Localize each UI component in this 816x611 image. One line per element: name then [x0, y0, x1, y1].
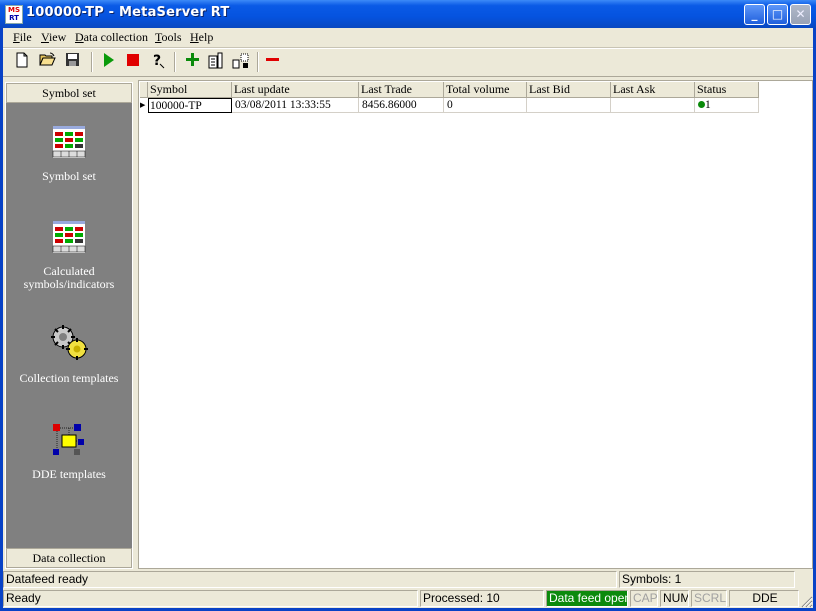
minimize-icon: _	[751, 7, 758, 21]
columns-icon	[232, 53, 249, 69]
processed-count: Processed: 10	[420, 590, 544, 607]
cell-last-trade[interactable]: 8456.86000	[359, 98, 444, 113]
status-value: 1	[705, 99, 711, 111]
add-icon	[185, 53, 199, 66]
column-header-last-ask[interactable]: Last Ask	[611, 82, 695, 98]
remove-icon	[265, 58, 279, 61]
columns-button[interactable]	[231, 52, 251, 72]
sidebar-header-symbol-set[interactable]: Symbol set	[6, 83, 132, 103]
symbols-count: Symbols: 1	[619, 571, 795, 588]
sidebar-item-label: Collection templates	[19, 371, 119, 385]
cell-last-ask[interactable]	[611, 98, 695, 113]
calculated-symbols-icon	[52, 221, 86, 253]
column-header-status[interactable]: Status	[695, 82, 759, 98]
collection-templates-icon	[51, 325, 88, 360]
remove-button[interactable]	[262, 52, 282, 72]
data-feed-indicator: Data feed opened	[546, 590, 628, 607]
status-bar-top: Datafeed ready Symbols: 1	[3, 571, 813, 589]
column-header-last-bid[interactable]: Last Bid	[527, 82, 611, 98]
close-icon: ✕	[795, 7, 806, 21]
help-button[interactable]: ?	[148, 52, 168, 72]
sidebar-item-symbol-set[interactable]: Symbol set	[6, 125, 132, 183]
stop-icon	[127, 54, 139, 66]
resize-grip-icon[interactable]	[799, 594, 813, 608]
sidebar: Symbol set Symbol set Calculated symbols…	[5, 82, 133, 569]
menu-view[interactable]: View	[41, 30, 66, 45]
title-bar[interactable]: MS RT 100000-TP - MetaServer RT _ □ ✕	[0, 0, 816, 28]
app-icon-bottom-text: RT	[9, 14, 19, 22]
window-title: 100000-TP - MetaServer RT	[26, 5, 230, 20]
datafeed-status: Datafeed ready	[3, 571, 617, 588]
properties-button[interactable]	[206, 52, 226, 72]
close-button[interactable]: ✕	[790, 4, 811, 25]
open-folder-icon	[38, 52, 56, 66]
cell-last-bid[interactable]	[527, 98, 611, 113]
toolbar-separator	[257, 52, 259, 72]
main-window: MS RT 100000-TP - MetaServer RT _ □ ✕ Fi…	[0, 0, 816, 611]
menu-bar: File View Data collection Tools Help	[3, 28, 813, 48]
sidebar-item-dde-templates[interactable]: DDE templates	[6, 423, 132, 481]
sidebar-item-label: DDE templates	[32, 467, 106, 481]
column-header-symbol[interactable]: Symbol	[148, 82, 232, 98]
sidebar-item-calculated-symbols[interactable]: Calculated symbols/indicators	[6, 220, 132, 291]
new-button[interactable]	[12, 52, 32, 72]
ready-status: Ready	[3, 590, 418, 607]
save-disk-icon	[65, 53, 79, 66]
num-lock-indicator: NUM	[660, 590, 689, 607]
column-header-last-trade[interactable]: Last Trade	[359, 82, 444, 98]
properties-icon	[208, 52, 223, 69]
status-bar-bottom: Ready Processed: 10 Data feed opened CAP…	[3, 590, 813, 608]
play-icon	[104, 53, 114, 67]
open-button[interactable]	[37, 52, 57, 72]
menu-data-collection[interactable]: Data collection	[75, 30, 148, 45]
sidebar-item-collection-templates[interactable]: Collection templates	[6, 323, 132, 385]
menu-tools[interactable]: Tools	[155, 30, 182, 45]
new-file-icon	[16, 52, 28, 68]
cell-status[interactable]: 1	[695, 98, 759, 113]
app-icon-top-text: MS	[7, 6, 20, 14]
scroll-lock-indicator: SCRL	[691, 590, 727, 607]
start-button[interactable]	[98, 52, 118, 72]
maximize-icon: □	[771, 7, 784, 21]
caps-lock-indicator: CAP	[630, 590, 658, 607]
toolbar-separator	[91, 52, 93, 72]
symbol-set-icon	[52, 126, 86, 158]
sidebar-header-data-collection[interactable]: Data collection	[6, 548, 132, 568]
dde-indicator: DDE	[729, 590, 799, 607]
current-row-indicator-icon: ▶	[140, 101, 146, 109]
stop-button[interactable]	[123, 52, 143, 72]
grid-corner	[140, 82, 148, 98]
minimize-button[interactable]: _	[744, 4, 765, 25]
add-button[interactable]	[182, 52, 202, 72]
cell-total-volume[interactable]: 0	[444, 98, 527, 113]
save-button[interactable]	[62, 52, 82, 72]
cell-symbol[interactable]: 100000-TP	[148, 98, 232, 113]
column-header-total-volume[interactable]: Total volume	[444, 82, 527, 98]
sidebar-item-label: Calculated symbols/indicators	[23, 264, 115, 291]
dde-templates-icon	[53, 424, 84, 455]
help-icon: ?	[153, 53, 165, 69]
status-dot-icon	[698, 101, 705, 108]
svg-text:?: ?	[153, 53, 161, 69]
symbol-grid[interactable]: Symbol Last update Last Trade Total volu…	[138, 80, 813, 569]
toolbar: ?	[3, 48, 813, 77]
app-icon[interactable]: MS RT	[5, 5, 23, 24]
maximize-button[interactable]: □	[767, 4, 788, 25]
toolbar-separator	[174, 52, 176, 72]
menu-file[interactable]: File	[13, 30, 32, 45]
cell-last-update[interactable]: 03/08/2011 13:33:55	[232, 98, 359, 113]
column-header-last-update[interactable]: Last update	[232, 82, 359, 98]
sidebar-item-label: Symbol set	[42, 169, 96, 183]
menu-help[interactable]: Help	[190, 30, 213, 45]
